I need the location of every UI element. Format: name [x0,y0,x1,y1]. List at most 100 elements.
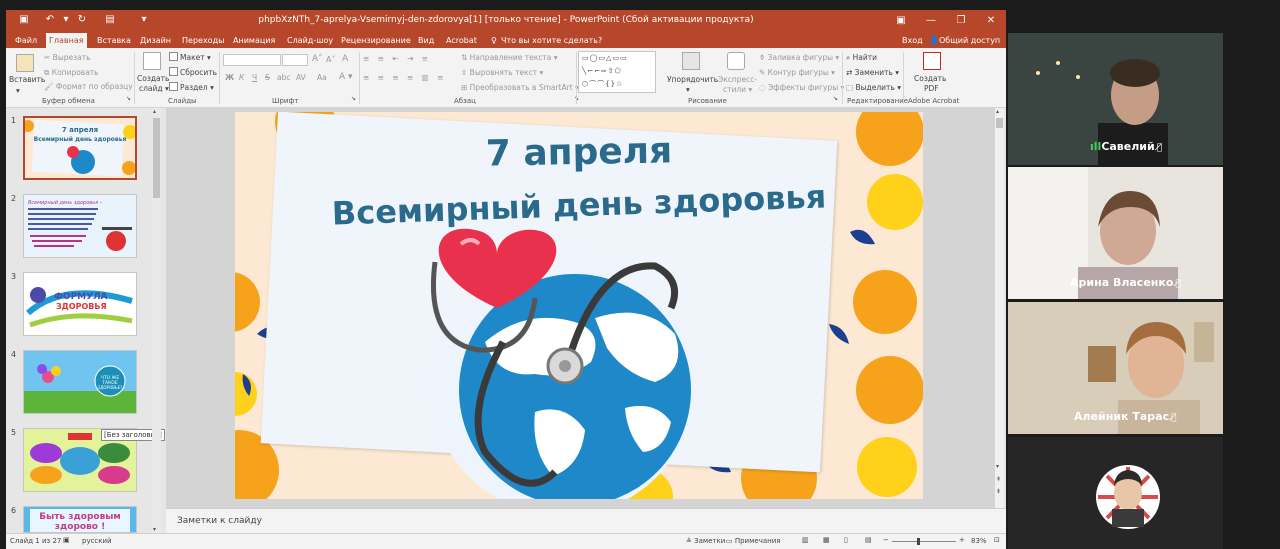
notes-toggle[interactable]: ≗ Заметки [686,537,725,545]
participant-tile-1[interactable]: ıllСавелий 🎙̸ [1008,33,1223,165]
clear-formatting-button[interactable]: A [342,54,348,64]
arrange-dropdown-icon[interactable]: ▾ [686,85,690,94]
zoom-out-icon[interactable]: − [883,536,889,544]
paste-dropdown-icon[interactable]: ▾ [16,86,20,95]
replace-button[interactable]: ⇄ Заменить ▾ [846,68,899,77]
zoom-slider-thumb[interactable] [917,538,920,545]
scroll-thumb[interactable] [996,118,1003,128]
arrange-icon[interactable] [682,52,700,70]
slide-sorter-icon[interactable]: ▦ [823,536,830,544]
reading-view-icon[interactable]: ▯ [844,536,848,544]
select-button[interactable]: ⬚ Выделить ▾ [846,83,901,92]
close-button[interactable]: ✕ [976,10,1006,31]
notes-pane[interactable]: Заметки к слайду [166,508,1006,533]
ribbon-display-icon[interactable]: ▣ [886,10,916,31]
previous-slide-icon[interactable]: ⇞ [996,476,1001,483]
strikethrough-button[interactable]: S [265,73,270,82]
arrange-button[interactable]: Упорядочить [667,75,718,84]
current-slide[interactable]: 7 апреля Всемирный день здоровья [235,112,923,499]
spellcheck-icon[interactable]: ▣ [63,536,70,544]
text-shadow-button[interactable]: abc [277,73,290,82]
change-case-button[interactable]: Aa [317,73,327,82]
font-size-input[interactable] [282,54,308,66]
slide-scrollbar[interactable]: ▴ ▾ ⇞ ⇟ [995,108,1004,533]
tab-slideshow[interactable]: Слайд-шоу [284,33,336,48]
shape-outline-button[interactable]: ✎ Контур фигуры ▾ [759,68,835,77]
find-button[interactable]: ⌕ Найти [846,53,877,63]
grow-font-button[interactable]: A˄ [312,54,323,64]
new-slide-button[interactable]: Создать [137,74,169,83]
drawing-launcher-icon[interactable]: ↘ [833,95,838,102]
tab-file[interactable]: Файл [12,33,40,48]
scroll-up-icon[interactable]: ▴ [996,108,999,115]
scroll-thumb[interactable] [153,118,160,198]
smartart-button[interactable]: ⊞ Преобразовать в SmartArt ▾ [461,83,579,92]
font-launcher-icon[interactable]: ↘ [351,95,356,102]
tab-acrobat[interactable]: Acrobat [443,33,480,48]
quick-styles-icon[interactable] [727,52,745,70]
bold-button[interactable]: Ж [225,73,234,82]
scroll-down-icon[interactable]: ▾ [996,463,999,470]
font-name-input[interactable] [223,54,281,66]
pdf-icon[interactable] [923,52,941,70]
tab-insert[interactable]: Вставка [94,33,134,48]
sign-in-link[interactable]: Вход [899,33,926,48]
font-color-button[interactable]: A ▾ [339,72,353,82]
paste-icon[interactable] [16,54,34,72]
participant-tile-4[interactable] [1008,437,1223,549]
quick-styles-dropdown[interactable]: стили ▾ [723,85,752,94]
scroll-down-icon[interactable]: ▾ [153,526,156,533]
tab-view[interactable]: Вид [415,33,437,48]
reset-button[interactable]: Сбросить [169,67,217,77]
slide-thumbnail-3[interactable]: ФОРМУЛА ЗДОРОВЬЯ [23,272,137,336]
tab-animations[interactable]: Анимация [230,33,278,48]
normal-view-icon[interactable]: ▥ [802,536,809,544]
shape-fill-button[interactable]: ⚱ Заливка фигуры ▾ [759,53,839,62]
share-button[interactable]: Общий доступ [936,33,1003,48]
zoom-slider[interactable] [892,541,956,542]
slide-thumbnail-1[interactable]: 7 апреля Всемирный день здоровья [23,116,137,180]
shrink-font-button[interactable]: A˅ [326,55,335,64]
quick-styles-button[interactable]: Экспресс- [718,75,757,84]
tab-home[interactable]: Главная [46,33,87,48]
next-slide-icon[interactable]: ⇟ [996,488,1001,495]
alignment-buttons[interactable]: ≡ ≡ ≡ ≡ ▥ ≡ [363,73,446,82]
slideshow-view-icon[interactable]: ▤ [865,536,872,544]
tell-me-search[interactable]: Что вы хотите сделать? [498,33,605,48]
format-painter-button[interactable]: 🖌 Формат по образцу [44,82,133,91]
clipboard-launcher-icon[interactable]: ↘ [126,95,131,102]
scroll-up-icon[interactable]: ▴ [153,108,156,115]
tab-design[interactable]: Дизайн [137,33,174,48]
thumbnails-scrollbar[interactable]: ▴ ▾ [152,108,161,533]
maximize-button[interactable]: ❐ [946,10,976,31]
slide-thumbnail-4[interactable]: ЧТО ЖЕ ТАКОЕ ЗДОРОВЬЕ? [23,350,137,414]
align-text-button[interactable]: ⇳ Выровнять текст ▾ [461,68,543,77]
tab-transitions[interactable]: Переходы [179,33,227,48]
section-button[interactable]: Раздел ▾ [169,82,214,92]
participant-tile-3[interactable]: Алейник Тарас 🎙̸ [1008,302,1223,434]
shape-effects-button[interactable]: ◌ Эффекты фигуры ▾ [759,83,844,92]
cut-button[interactable]: ✂ Вырезать [44,53,91,62]
language-indicator[interactable]: русский [82,537,112,545]
text-direction-button[interactable]: ⇅ Направление текста ▾ [461,53,558,62]
list-buttons[interactable]: ≡ ≡ ⇤ ⇥ ≡ [363,54,431,63]
minimize-button[interactable]: — [916,10,946,31]
comments-toggle[interactable]: ▭ Примечания [726,537,780,545]
zoom-level[interactable]: 83% [971,537,987,545]
paste-button[interactable]: Вставить [9,75,45,84]
italic-button[interactable]: К [239,73,244,82]
layout-button[interactable]: Макет ▾ [169,52,211,62]
zoom-in-icon[interactable]: + [959,536,965,544]
slide-thumbnail-2[interactable]: Всемирный день здоровья – [23,194,137,258]
create-pdf-button[interactable]: Создать [914,74,946,83]
tab-review[interactable]: Рецензирование [338,33,414,48]
slide-thumbnail-6[interactable]: Быть здоровым здорово ! [23,506,137,533]
new-slide-icon[interactable] [143,52,161,70]
underline-button[interactable]: Ч [252,73,257,82]
participant-tile-2[interactable]: Арина Власенко 🎙̸ [1008,167,1223,299]
shapes-gallery[interactable]: ▭◯▭△▭▭ ╲⌐⌐⇨⇧⬠ ⬡⌒⌒{}☆ [578,51,656,93]
new-slide-dropdown[interactable]: слайд ▾ [139,84,169,93]
fit-to-window-icon[interactable]: ⊡ [994,536,1000,544]
char-spacing-button[interactable]: AV [296,73,306,82]
copy-button[interactable]: ⧉ Копировать [44,68,99,78]
